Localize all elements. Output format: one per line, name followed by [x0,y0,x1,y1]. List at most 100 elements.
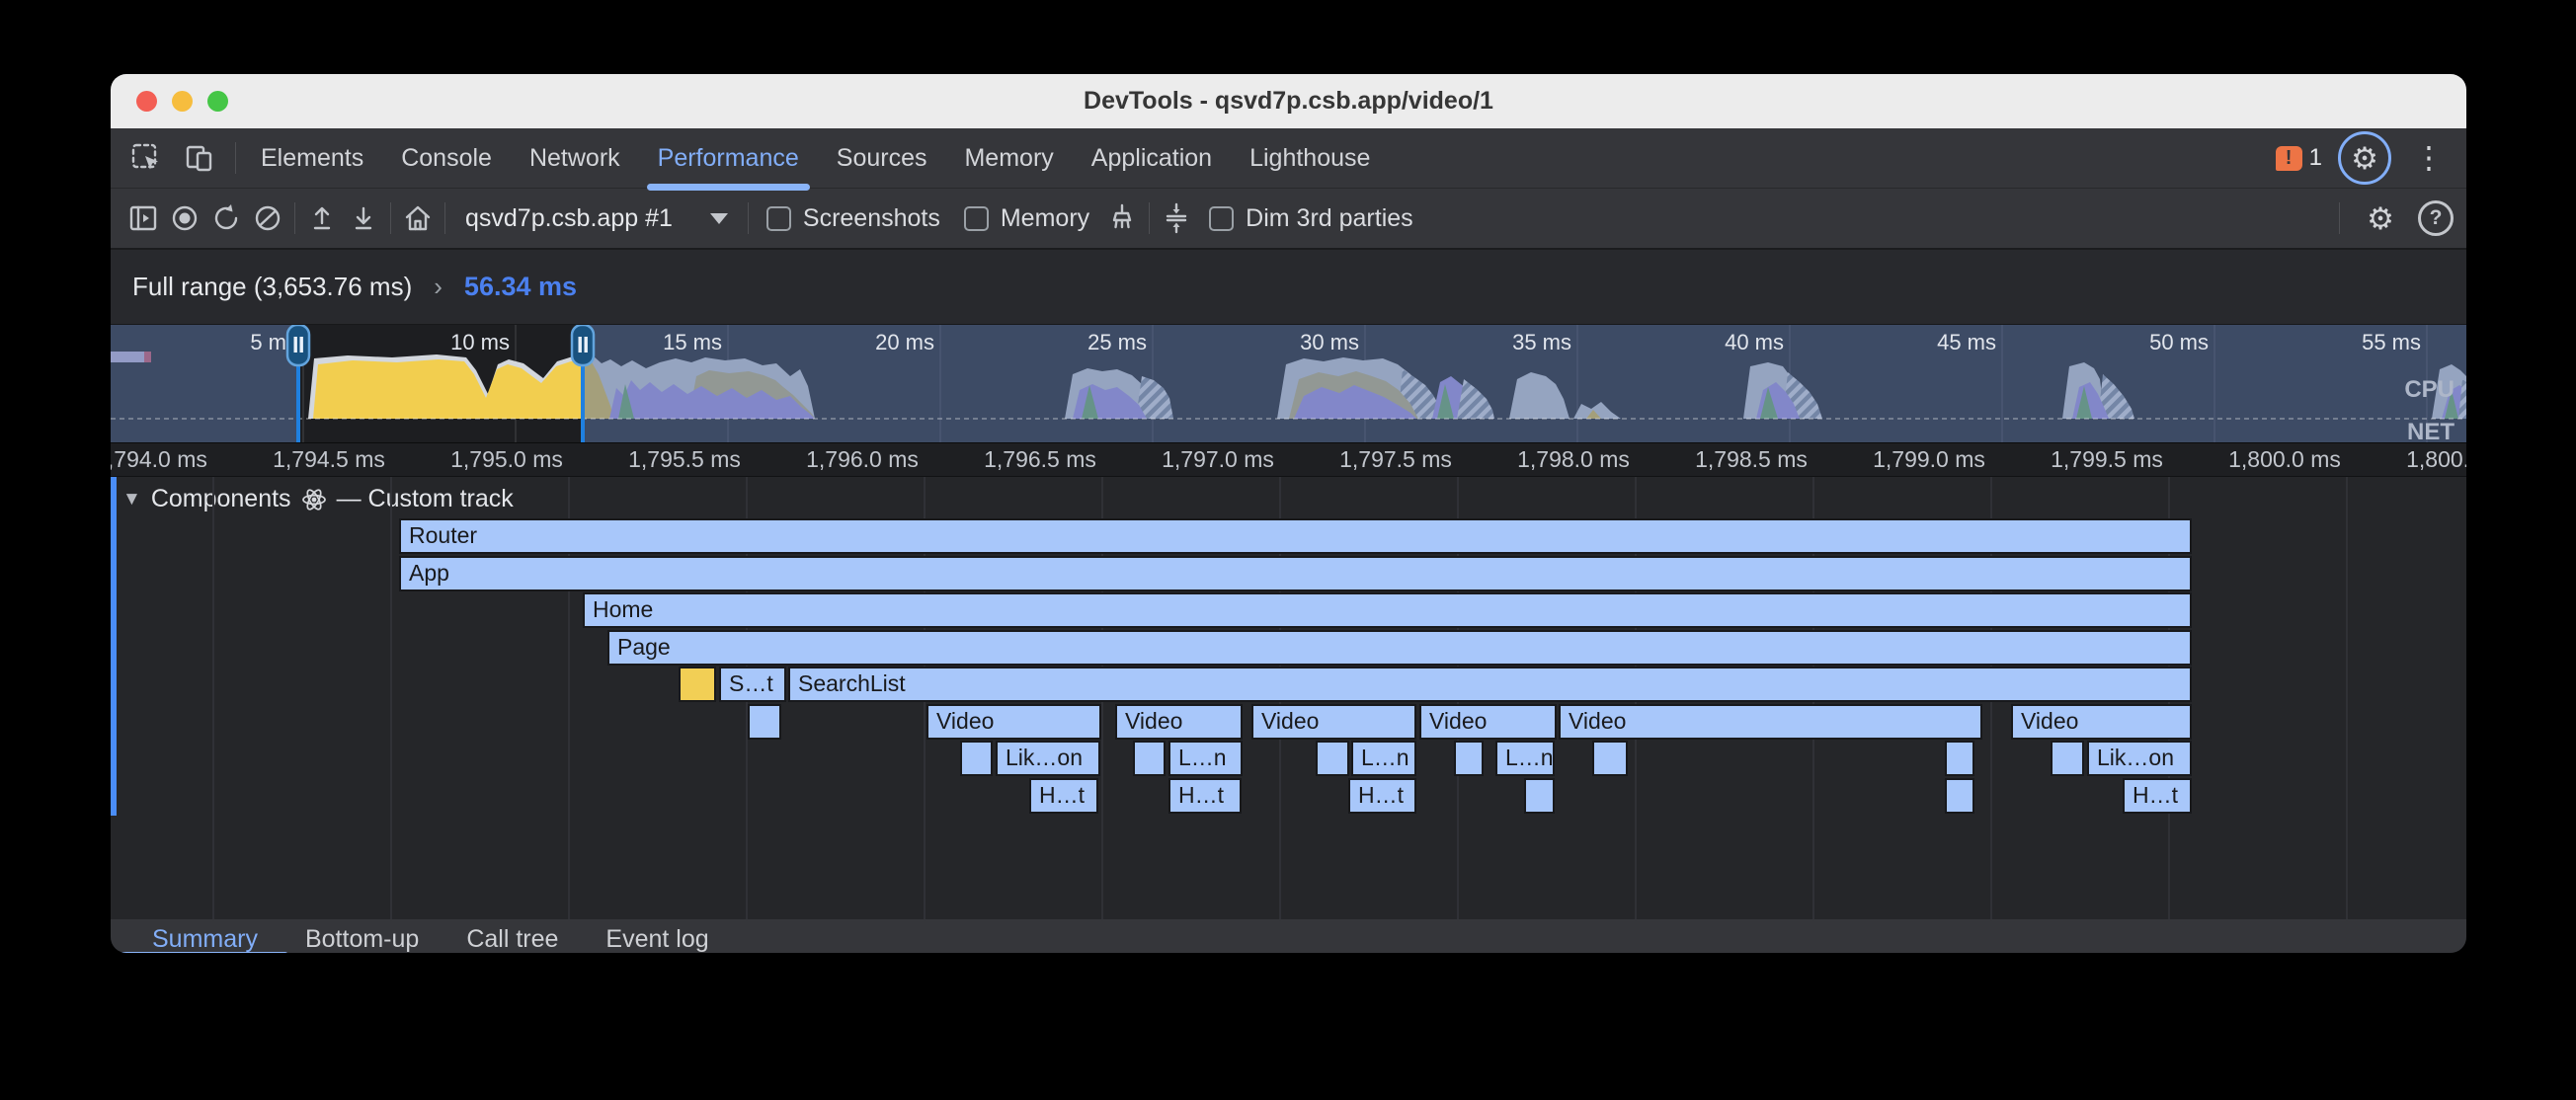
flame-bar-video[interactable]: Video [1251,704,1416,740]
flame-bar[interactable] [1945,741,1974,776]
flame-bar-searchlist[interactable]: SearchList [788,667,2192,702]
download-icon [347,201,380,235]
desktop-background: DevTools - qsvd7p.csb.app/video/1 [0,0,2576,1100]
gear-icon: ⚙ [2367,203,2394,234]
flame-bar-video[interactable]: Video [1115,704,1243,740]
axis-label: 1,795.5 ms [628,446,741,473]
tab-console[interactable]: Console [382,128,511,188]
flame-bar[interactable] [1945,778,1974,814]
flame-bar[interactable] [1524,778,1555,814]
flame-bar-lik-on[interactable]: Lik…on [996,741,1100,776]
bottom-tabbar: SummaryBottom-upCall treeEvent log [111,919,2466,953]
bottom-tab-bottom-up[interactable]: Bottom-up [283,919,441,953]
minimize-button[interactable] [172,91,193,112]
close-button[interactable] [136,91,157,112]
record-and-reload-button[interactable] [205,197,247,239]
bottom-tab-call-tree[interactable]: Call tree [444,919,580,953]
flame-bar-video[interactable]: Video [2011,704,2192,740]
shrink-timeline-button[interactable] [1156,197,1197,239]
overview-ruler-label: 15 ms [663,330,722,354]
memory-checkbox[interactable]: Memory [952,204,1101,233]
zoom-button[interactable] [207,91,228,112]
capture-settings-button[interactable]: ⚙ [2360,197,2401,239]
clear-button[interactable] [247,197,288,239]
record-icon [168,201,201,235]
grid-line [390,477,392,919]
home-button[interactable] [397,197,439,239]
track-focus-indicator [111,477,117,816]
breadcrumb-full-range[interactable]: Full range (3,653.76 ms) [132,272,412,302]
tab-network[interactable]: Network [511,128,639,188]
flame-bar[interactable] [1133,741,1166,776]
flame-bar[interactable] [1592,741,1628,776]
save-profile-button[interactable] [343,197,384,239]
toggle-device-toolbar-button[interactable] [178,136,221,180]
bottom-tab-summary[interactable]: Summary [130,919,280,953]
flame-bar[interactable] [960,741,993,776]
record-button[interactable] [164,197,205,239]
tab-lighthouse[interactable]: Lighthouse [1231,128,1389,188]
axis-label: 1,798.0 ms [1517,446,1630,473]
axis-label: 1,798.5 ms [1695,446,1808,473]
tab-elements[interactable]: Elements [242,128,382,188]
flame-bar-home[interactable]: Home [583,592,2192,628]
tab-application[interactable]: Application [1073,128,1231,188]
inspect-element-button[interactable] [124,136,168,180]
flame-bar[interactable] [2051,741,2084,776]
flame-bar[interactable] [748,704,781,740]
overview-ruler-label: 50 ms [2149,330,2209,354]
flame-bar-video[interactable]: Video [926,704,1101,740]
gear-icon: ⚙ [2351,143,2378,174]
overview-ruler-label: 55 ms [2362,330,2421,354]
flame-bar-router[interactable]: Router [399,518,2192,554]
issues-icon: ! [2276,146,2302,171]
tab-memory[interactable]: Memory [945,128,1072,188]
bottom-tab-event-log[interactable]: Event log [584,919,730,953]
issues-badge[interactable]: ! 1 [2276,144,2322,172]
breadcrumb-selected-range[interactable]: 56.34 ms [464,272,577,302]
tab-performance[interactable]: Performance [639,128,818,188]
collect-garbage-button[interactable] [1101,197,1143,239]
flame-chart[interactable]: ▼ Components — Custom track RouterAppHom… [111,477,2466,919]
checkbox-icon [1209,206,1234,231]
axis-label: 1,796.0 ms [806,446,919,473]
devtools-tabbar: ElementsConsoleNetworkPerformanceSources… [111,128,2466,189]
timeline-overview[interactable]: 5 ms10 ms15 ms20 ms25 ms30 ms35 ms40 ms4… [111,325,2466,443]
flame-bar-h-t[interactable]: H…t [1348,778,1416,814]
more-options-button[interactable]: ⋮ [2407,136,2451,180]
flame-bar-l-n[interactable]: L…n [1351,741,1416,776]
flame-bar[interactable] [1316,741,1349,776]
axis-label: 1,799.0 ms [1873,446,1985,473]
target-selector[interactable]: qsvd7p.csb.app #1 [451,204,742,233]
flame-bar-l-n[interactable]: L…n [1168,741,1243,776]
tab-sources[interactable]: Sources [818,128,946,188]
settings-button[interactable]: ⚙ [2338,131,2391,185]
flame-bar[interactable] [1454,741,1484,776]
performance-toolbar: qsvd7p.csb.app #1 Screenshots Memory [111,189,2466,250]
flame-bar-h-t[interactable]: H…t [1168,778,1242,814]
flame-bar-s-t[interactable]: S…t [719,667,786,702]
flame-bar[interactable] [679,667,716,702]
toggle-sidebar-button[interactable] [122,197,164,239]
axis-label: 1,795.0 ms [450,446,563,473]
flame-bar-video[interactable]: Video [1419,704,1557,740]
flame-bar-h-t[interactable]: H…t [2123,778,2192,814]
traffic-lights [136,74,228,128]
kebab-icon: ⋮ [2414,140,2445,176]
overview-ruler-label: 45 ms [1937,330,1996,354]
flame-bar-h-t[interactable]: H…t [1029,778,1098,814]
inspect-icon [129,141,163,175]
screenshots-checkbox[interactable]: Screenshots [755,204,952,233]
flame-bar-page[interactable]: Page [607,630,2192,666]
memory-label: Memory [1001,204,1089,233]
flame-bar-video[interactable]: Video [1559,704,1982,740]
flame-bar-lik-on[interactable]: Lik…on [2087,741,2192,776]
flame-bar-l-n[interactable]: L…n [1495,741,1555,776]
collapse-triangle-icon[interactable]: ▼ [122,489,141,511]
dim-3rd-parties-checkbox[interactable]: Dim 3rd parties [1197,204,1425,233]
track-header[interactable]: ▼ Components — Custom track [122,485,514,513]
divider [444,202,445,234]
help-button[interactable]: ? [2415,197,2456,239]
load-profile-button[interactable] [301,197,343,239]
flame-bar-app[interactable]: App [399,556,2192,591]
